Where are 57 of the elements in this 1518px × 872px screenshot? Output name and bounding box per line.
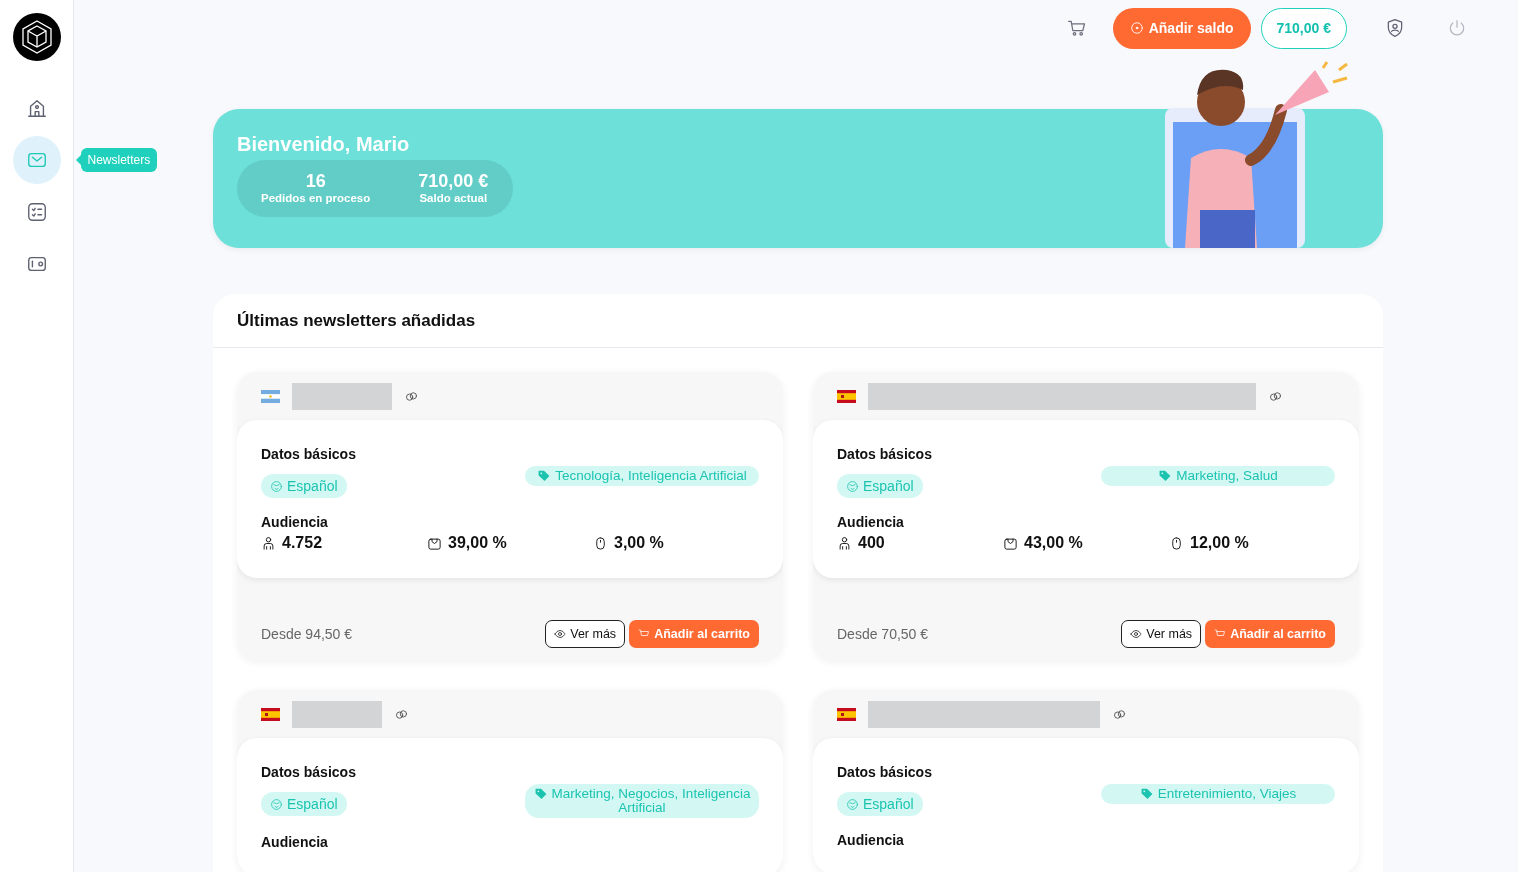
- language-tag: Español: [261, 474, 347, 498]
- topics-tag: Tecnología, Inteligencia Artificial: [525, 466, 759, 486]
- language-tag: Español: [261, 792, 347, 816]
- checklist-icon: [25, 201, 48, 223]
- price-text: Desde 70,50 €: [837, 626, 929, 642]
- audience-title: Audiencia: [261, 834, 329, 850]
- view-more-button[interactable]: Ver más: [545, 620, 626, 648]
- audience-title: Audiencia: [261, 514, 329, 530]
- person-icon: [837, 535, 852, 551]
- audience-title: Audiencia: [837, 514, 905, 530]
- view-more-button[interactable]: Ver más: [1121, 620, 1202, 648]
- welcome-title: Bienvenido, Mario: [237, 133, 411, 156]
- mouse-icon: [1169, 535, 1184, 551]
- tag-icon: [1158, 469, 1173, 482]
- add-to-cart-button[interactable]: Añadir al carrito: [629, 620, 759, 648]
- basics-title: Datos básicos: [261, 446, 357, 462]
- spain-flag-icon: [837, 389, 856, 403]
- balance-button[interactable]: 710,00 €: [1260, 7, 1347, 49]
- eye-icon: [1130, 628, 1143, 640]
- argentina-flag-icon: [261, 389, 280, 403]
- stat-label: Saldo actual: [419, 192, 488, 204]
- language-tag: Español: [837, 792, 923, 816]
- language-tag: Español: [837, 474, 923, 498]
- tag-icon: [1139, 787, 1154, 800]
- audience-stat: 400: [837, 534, 1003, 552]
- add-to-cart-button[interactable]: Añadir al carrito: [1205, 620, 1335, 648]
- audience-stat: 39,00 %: [427, 534, 593, 552]
- tag-icon: [537, 469, 552, 482]
- topics-tag: Entretenimiento, Viajes: [1101, 784, 1335, 804]
- spain-flag-icon: [261, 707, 280, 721]
- stat-value: 710,00 €: [418, 171, 489, 192]
- audience-title: Audiencia: [837, 832, 905, 848]
- audience-stat: 12,00 %: [1169, 534, 1335, 552]
- eye-icon: [554, 628, 567, 640]
- audience-stat: 43,00 %: [1003, 534, 1169, 552]
- spain-flag-icon: [837, 707, 856, 721]
- tooltip: Newsletters: [80, 148, 158, 172]
- add-balance-button[interactable]: Añadir saldo: [1112, 7, 1251, 49]
- mouse-icon: [593, 535, 608, 551]
- circle-icon: [1129, 21, 1144, 35]
- open-envelope-icon: [427, 535, 442, 551]
- audience-stat: 4.752: [261, 534, 427, 552]
- open-envelope-icon: [1003, 535, 1018, 551]
- topics-tag: Marketing, Salud: [1101, 466, 1335, 486]
- house-icon: [25, 97, 48, 119]
- section-title: Últimas newsletters añadidas: [213, 294, 1383, 348]
- audience-stat: 3,00 %: [593, 534, 759, 552]
- topics-tag: Marketing, Negocios, Inteligencia Artificial: [525, 784, 759, 818]
- stat-value: 16: [305, 171, 326, 192]
- person-icon: [261, 535, 276, 551]
- stat-label: Pedidos en proceso: [261, 192, 371, 204]
- basics-title: Datos básicos: [837, 446, 933, 462]
- tag-icon: [533, 787, 548, 800]
- basics-title: Datos básicos: [261, 764, 357, 780]
- basics-title: Datos básicos: [837, 764, 933, 780]
- logo[interactable]: [11, 12, 62, 62]
- price-text: Desde 94,50 €: [261, 626, 353, 642]
